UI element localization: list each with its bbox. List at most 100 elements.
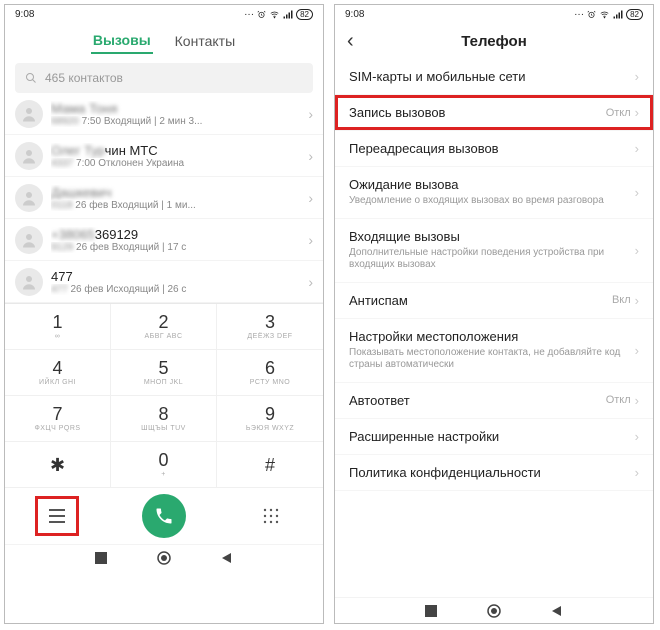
keypad-toggle[interactable] <box>251 498 291 534</box>
settings-label: Переадресация вызовов <box>349 141 635 156</box>
chevron-right-icon[interactable]: › <box>304 274 317 290</box>
settings-label: Ожидание вызова <box>349 177 635 192</box>
battery-icon: 82 <box>296 9 313 20</box>
settings-value: Откл <box>606 394 631 406</box>
key-9[interactable]: 9ЬЭЮЯ WXYZ <box>217 396 323 442</box>
avatar <box>15 142 43 170</box>
call-row[interactable]: Дашкевич0118 26 фев Входящий | 1 ми...› <box>5 177 323 219</box>
call-row[interactable]: 477477 26 фев Исходящий | 26 с› <box>5 261 323 303</box>
settings-item[interactable]: Запись вызововОткл› <box>335 95 653 131</box>
wifi-icon <box>269 10 280 19</box>
avatar <box>15 226 43 254</box>
settings-label: Расширенные настройки <box>349 429 635 444</box>
battery-icon: 82 <box>626 9 643 20</box>
dialer-screen: 9:08 ··· 82 Вызовы Контакты 465 контакто… <box>4 4 324 624</box>
settings-label: Политика конфиденциальности <box>349 465 635 480</box>
call-row[interactable]: Олег Турчин МТС4337 7:00 Отклонен Украин… <box>5 135 323 177</box>
settings-item[interactable]: Расширенные настройки› <box>335 419 653 455</box>
key-1[interactable]: 1∞ <box>5 304 111 350</box>
chevron-right-icon[interactable]: › <box>304 106 317 122</box>
status-icons: ··· 82 <box>244 9 313 20</box>
key-7[interactable]: 7ФХЦЧ PQRS <box>5 396 111 442</box>
avatar <box>15 184 43 212</box>
wifi-icon <box>599 10 610 19</box>
search-icon <box>25 72 37 84</box>
android-nav <box>5 544 323 570</box>
settings-label: Запись вызовов <box>349 105 606 120</box>
search-input[interactable]: 465 контактов <box>15 63 313 93</box>
call-row[interactable]: +380653691299129 26 фев Входящий | 17 с› <box>5 219 323 261</box>
settings-item[interactable]: АнтиспамВкл› <box>335 283 653 319</box>
call-info: +380653691299129 26 фев Входящий | 17 с <box>51 227 304 253</box>
dialpad: 1∞2АБВГ ABC3ДЕЁЖЗ DEF 4ИЙКЛ GHI5МНОП JKL6… <box>5 303 323 488</box>
nav-home-icon[interactable] <box>157 551 171 565</box>
tab-calls[interactable]: Вызовы <box>91 28 153 54</box>
settings-header: ‹ Телефон <box>335 23 653 59</box>
page-title: Телефон <box>347 33 641 50</box>
key-6[interactable]: 6РСТУ MNO <box>217 350 323 396</box>
settings-item[interactable]: Ожидание вызова Уведомление о входящих вы… <box>335 167 653 219</box>
alarm-icon <box>257 10 266 19</box>
chevron-right-icon: › <box>635 429 639 444</box>
nav-back-icon[interactable] <box>221 552 233 564</box>
nav-recent-icon[interactable] <box>95 552 107 564</box>
avatar <box>15 268 43 296</box>
key-✱[interactable]: ✱ <box>5 442 111 488</box>
call-button[interactable] <box>142 494 186 538</box>
chevron-right-icon[interactable]: › <box>304 232 317 248</box>
settings-list: SIM-карты и мобильные сети›Запись вызово… <box>335 59 653 597</box>
chevron-right-icon[interactable]: › <box>304 190 317 206</box>
status-time: 9:08 <box>345 9 364 20</box>
phone-settings-screen: 9:08 ··· 82 ‹ Телефон SIM-карты и мобиль… <box>334 4 654 624</box>
tab-contacts[interactable]: Контакты <box>173 29 237 53</box>
chevron-right-icon: › <box>635 243 639 258</box>
status-icons: ··· 82 <box>574 9 643 20</box>
key-2[interactable]: 2АБВГ ABC <box>111 304 217 350</box>
settings-desc: Дополнительные настройки поведения устро… <box>349 247 635 272</box>
call-info: Мама Тоня68920 7:50 Входящий | 2 мин 3..… <box>51 101 304 127</box>
call-info: Дашкевич0118 26 фев Входящий | 1 ми... <box>51 185 304 211</box>
settings-item[interactable]: Политика конфиденциальности› <box>335 455 653 491</box>
alarm-icon <box>587 10 596 19</box>
key-5[interactable]: 5МНОП JKL <box>111 350 217 396</box>
settings-item[interactable]: Настройки местоположенияПоказывать место… <box>335 319 653 383</box>
status-time: 9:08 <box>15 9 34 20</box>
chevron-right-icon: › <box>635 465 639 480</box>
nav-recent-icon[interactable] <box>425 605 437 617</box>
nav-home-icon[interactable] <box>487 604 501 618</box>
settings-label: Автоответ <box>349 393 606 408</box>
settings-label: Входящие вызовы <box>349 229 635 244</box>
android-nav <box>335 597 653 623</box>
key-#[interactable]: # <box>217 442 323 488</box>
status-bar: 9:08 ··· 82 <box>335 5 653 23</box>
call-log: Мама Тоня68920 7:50 Входящий | 2 мин 3..… <box>5 93 323 303</box>
chevron-right-icon: › <box>635 185 639 200</box>
nav-back-icon[interactable] <box>551 605 563 617</box>
phone-icon <box>154 506 174 526</box>
more-icon: ··· <box>574 9 584 20</box>
settings-label: SIM-карты и мобильные сети <box>349 69 635 84</box>
signal-icon <box>613 10 623 19</box>
key-4[interactable]: 4ИЙКЛ GHI <box>5 350 111 396</box>
signal-icon <box>283 10 293 19</box>
hamburger-icon <box>48 509 66 523</box>
avatar <box>15 100 43 128</box>
key-8[interactable]: 8ШЩЪЫ TUV <box>111 396 217 442</box>
settings-item[interactable]: SIM-карты и мобильные сети› <box>335 59 653 95</box>
chevron-right-icon[interactable]: › <box>304 148 317 164</box>
settings-label: Антиспам <box>349 293 612 308</box>
keypad-icon <box>263 508 279 524</box>
chevron-right-icon: › <box>635 105 639 120</box>
settings-item[interactable]: АвтоответОткл› <box>335 383 653 419</box>
call-row[interactable]: Мама Тоня68920 7:50 Входящий | 2 мин 3..… <box>5 93 323 135</box>
settings-item[interactable]: Входящие вызовы Дополнительные настройки … <box>335 219 653 283</box>
settings-item[interactable]: Переадресация вызовов› <box>335 131 653 167</box>
call-info: 477477 26 фев Исходящий | 26 с <box>51 269 304 295</box>
menu-button[interactable] <box>37 498 77 534</box>
key-3[interactable]: 3ДЕЁЖЗ DEF <box>217 304 323 350</box>
settings-desc: Уведомление о входящих вызовах во время … <box>349 195 635 208</box>
settings-desc: Показывать местоположение контакта, не д… <box>349 347 635 372</box>
key-0[interactable]: 0+ <box>111 442 217 488</box>
tabs: Вызовы Контакты <box>5 23 323 59</box>
bottom-bar <box>5 488 323 544</box>
